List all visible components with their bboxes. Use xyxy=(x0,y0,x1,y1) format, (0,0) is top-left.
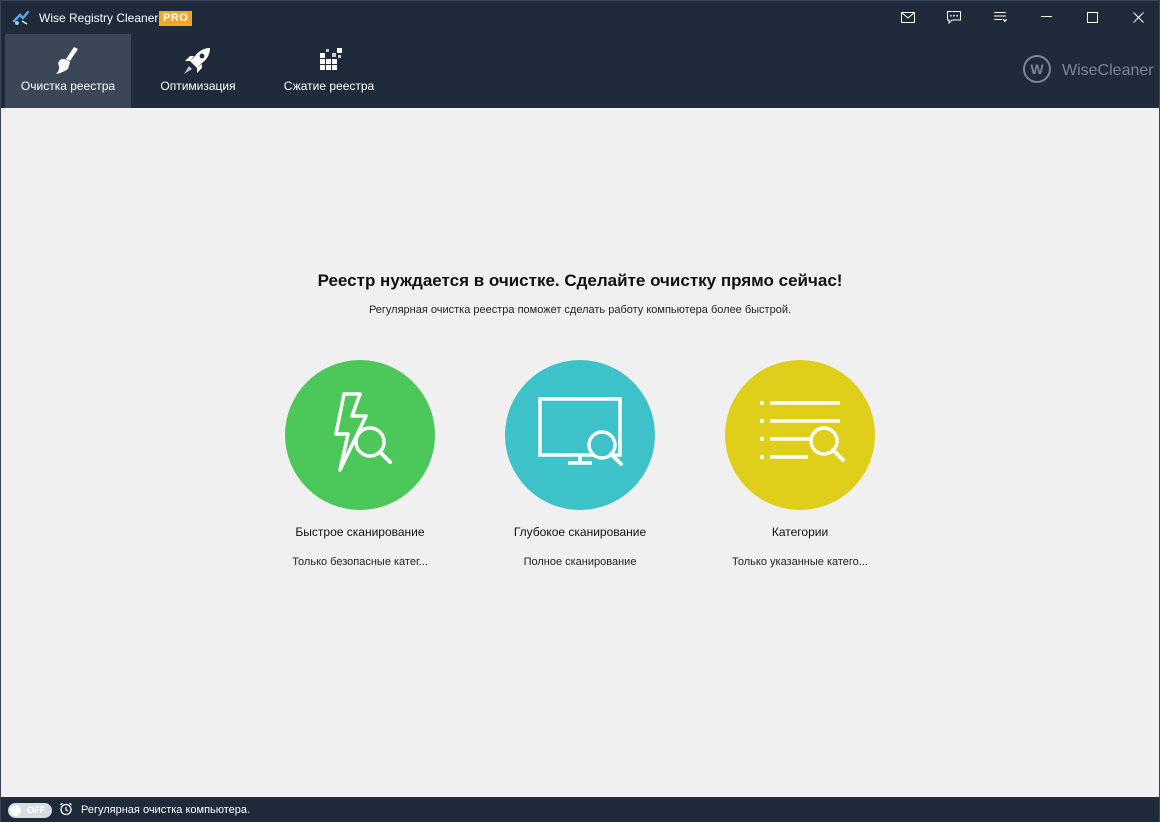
app-title: Wise Registry Cleaner X xyxy=(39,11,170,25)
minimize-button[interactable] xyxy=(1026,1,1066,33)
card-title: Быстрое сканирование xyxy=(295,525,425,539)
quick-scan-card[interactable]: Быстрое сканирование Только безопасные к… xyxy=(260,360,460,568)
brand-name[interactable]: WiseCleaner xyxy=(1062,62,1154,80)
categories-card[interactable]: Категории Только указанные катего... xyxy=(700,360,900,568)
tab-optimization[interactable]: Оптимизация xyxy=(141,34,255,108)
feedback-icon xyxy=(947,10,961,24)
card-description: Только указанные катего... xyxy=(732,556,868,568)
mail-icon xyxy=(901,11,915,23)
rocket-icon xyxy=(181,44,215,81)
quick-scan-button[interactable] xyxy=(285,360,435,510)
mail-button[interactable] xyxy=(888,1,928,33)
tab-registry-defrag[interactable]: Сжатие реестра xyxy=(265,34,393,108)
tab-label: Сжатие реестра xyxy=(283,79,375,93)
page-subtitle: Регулярная очистка реестра поможет сдела… xyxy=(368,304,792,316)
menu-button[interactable] xyxy=(980,1,1020,33)
wisecleaner-logo-icon: W xyxy=(1022,54,1056,84)
minimize-icon xyxy=(1040,16,1052,18)
maximize-icon xyxy=(1086,11,1098,23)
status-bar: OFF Регулярная очистка компьютера. xyxy=(1,797,1159,822)
scheduled-clean-toggle[interactable]: OFF xyxy=(8,803,52,818)
main-panel: Реестр нуждается в очистке. Сделайте очи… xyxy=(1,108,1159,797)
app-window: Wise Registry Cleaner X PRO Очистка реес… xyxy=(0,0,1160,822)
app-logo-icon xyxy=(12,9,30,27)
categories-button[interactable] xyxy=(725,360,875,510)
lightning-search-icon xyxy=(320,388,400,483)
blocks-icon xyxy=(312,44,346,81)
card-description: Полное сканирование xyxy=(523,556,637,568)
close-icon xyxy=(1132,11,1144,23)
card-description: Только безопасные катег... xyxy=(292,556,428,568)
tab-label: Очистка реестра xyxy=(20,79,116,93)
alarm-clock-icon xyxy=(59,802,73,819)
close-button[interactable] xyxy=(1118,1,1158,33)
title-bar[interactable]: Wise Registry Cleaner X PRO xyxy=(1,1,1159,33)
toggle-knob xyxy=(10,805,21,816)
menu-icon xyxy=(993,11,1007,23)
card-title: Глубокое сканирование xyxy=(513,525,647,539)
main-toolbar: Очистка реестра Оптимизация Сжатие реест… xyxy=(1,33,1159,108)
feedback-button[interactable] xyxy=(934,1,974,33)
tab-label: Оптимизация xyxy=(160,79,236,93)
list-search-icon xyxy=(752,393,848,478)
card-title: Категории xyxy=(771,525,829,539)
schedule-status-text[interactable]: Регулярная очистка компьютера. xyxy=(81,804,250,816)
toggle-label: OFF xyxy=(27,805,45,815)
deep-scan-card[interactable]: Глубокое сканирование Полное сканировани… xyxy=(480,360,680,568)
tab-registry-cleaner[interactable]: Очистка реестра xyxy=(5,34,131,108)
deep-scan-button[interactable] xyxy=(505,360,655,510)
broom-icon xyxy=(51,44,85,81)
svg-text:W: W xyxy=(1030,61,1044,77)
pro-badge: PRO xyxy=(159,11,193,26)
page-title: Реестр нуждается в очистке. Сделайте очи… xyxy=(317,271,843,290)
monitor-search-icon xyxy=(532,393,628,478)
maximize-button[interactable] xyxy=(1072,1,1112,33)
